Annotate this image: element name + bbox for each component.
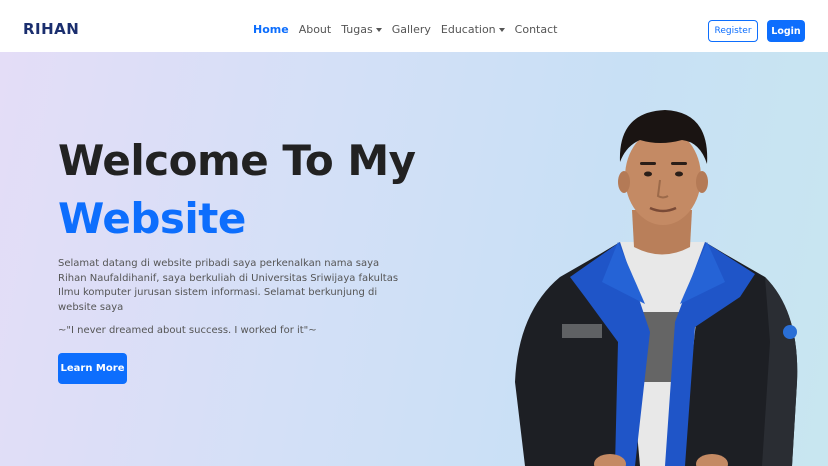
brand-logo[interactable]: RIHAN: [23, 20, 79, 38]
hero-section: Welcome To My Website Selamat datang di …: [0, 52, 828, 466]
nav-links: Home About Tugas Gallery Education Conta…: [253, 23, 567, 36]
nav-gallery[interactable]: Gallery: [392, 23, 431, 36]
login-button[interactable]: Login: [767, 20, 805, 42]
nav-tugas-label: Tugas: [341, 23, 373, 36]
nav-home[interactable]: Home: [253, 23, 289, 36]
hero-title: Welcome To My: [58, 136, 416, 185]
nav-education[interactable]: Education: [441, 23, 505, 36]
learn-more-button[interactable]: Learn More: [58, 353, 127, 384]
hero-title-highlight: Website: [58, 194, 246, 243]
nav-education-label: Education: [440, 23, 496, 36]
nav-tugas[interactable]: Tugas: [341, 23, 382, 36]
register-button[interactable]: Register: [708, 20, 758, 42]
navbar: RIHAN Home About Tugas Gallery Education…: [0, 0, 828, 52]
hero-quote: ~"I never dreamed about success. I worke…: [58, 325, 317, 336]
chevron-down-icon: [498, 27, 505, 32]
profile-photo: [515, 110, 798, 466]
nav-about[interactable]: About: [299, 23, 332, 36]
hero-description: Selamat datang di website pribadi saya p…: [58, 258, 399, 313]
chevron-down-icon: [375, 27, 382, 32]
nav-contact[interactable]: Contact: [515, 23, 558, 36]
